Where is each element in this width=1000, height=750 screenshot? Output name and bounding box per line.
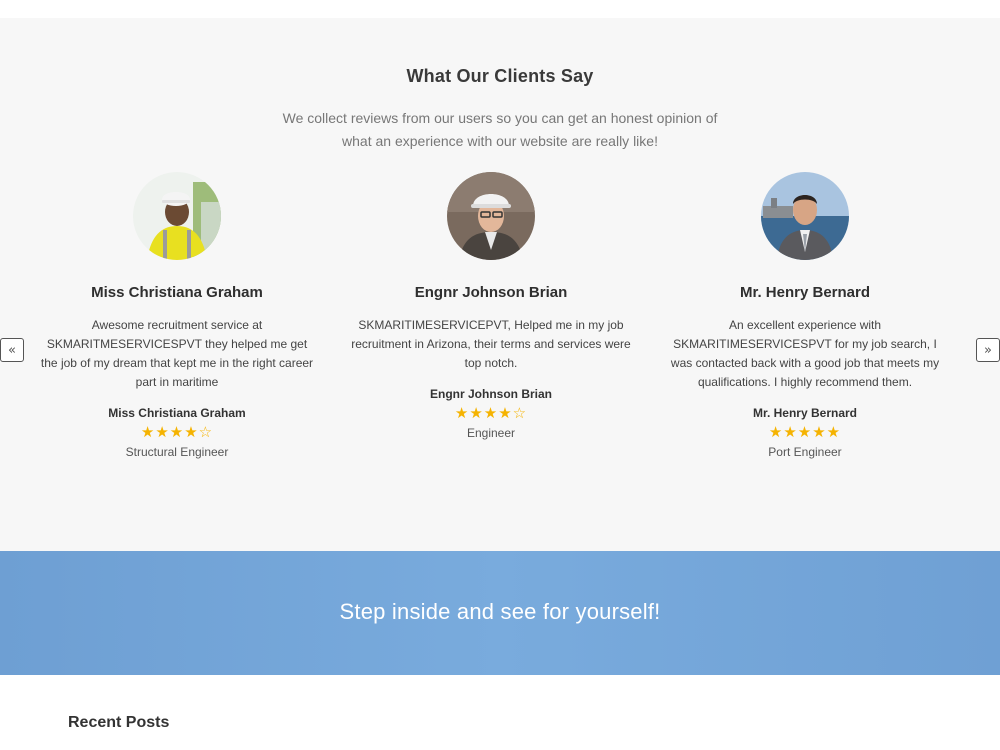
card-author: Engnr Johnson Brian [429, 387, 552, 401]
star-rating: ★★★★★ [768, 424, 842, 441]
section-subtitle: We collect reviews from our users so you… [282, 110, 718, 149]
card-role: Port Engineer [768, 445, 842, 459]
testimonial-card: Mr. Henry Bernard An excellent experienc… [655, 172, 955, 459]
star-rating: ★★★★☆ [140, 424, 214, 441]
card-quote: Awesome recruitment service at SKMARITME… [40, 318, 314, 389]
card-role: Engineer [466, 426, 516, 440]
avatar [761, 172, 849, 260]
card-name: Engnr Johnson Brian [414, 284, 568, 301]
card-role: Structural Engineer [125, 445, 229, 459]
cta-banner: Step inside and see for yourself! [0, 551, 1000, 675]
top-strip [0, 0, 1000, 18]
testimonials-section: What Our Clients Say We collect reviews … [0, 18, 1000, 551]
card-name: Miss Christiana Graham [91, 284, 263, 301]
carousel-prev-button[interactable]: « [0, 338, 24, 362]
testimonial-card: Miss Christiana Graham Awesome recruitme… [27, 172, 327, 459]
card-author: Mr. Henry Bernard [752, 406, 858, 420]
card-author: Miss Christiana Graham [108, 406, 246, 420]
avatar [133, 172, 221, 260]
card-quote: An excellent experience with SKMARITIMES… [670, 318, 940, 389]
card-name: Mr. Henry Bernard [739, 284, 871, 301]
recent-posts-title: Recent Posts [68, 714, 170, 731]
cta-text: Step inside and see for yourself! [339, 599, 661, 624]
star-rating: ★★★★☆ [454, 405, 528, 422]
section-title: What Our Clients Say [406, 66, 594, 86]
card-quote: SKMARITIMESERVICEPVT, Helped me in my jo… [351, 318, 631, 370]
carousel-next-button[interactable]: » [976, 338, 1000, 362]
avatar [447, 172, 535, 260]
testimonial-card: Engnr Johnson Brian SKMARITIMESERVICEPVT… [341, 172, 641, 440]
